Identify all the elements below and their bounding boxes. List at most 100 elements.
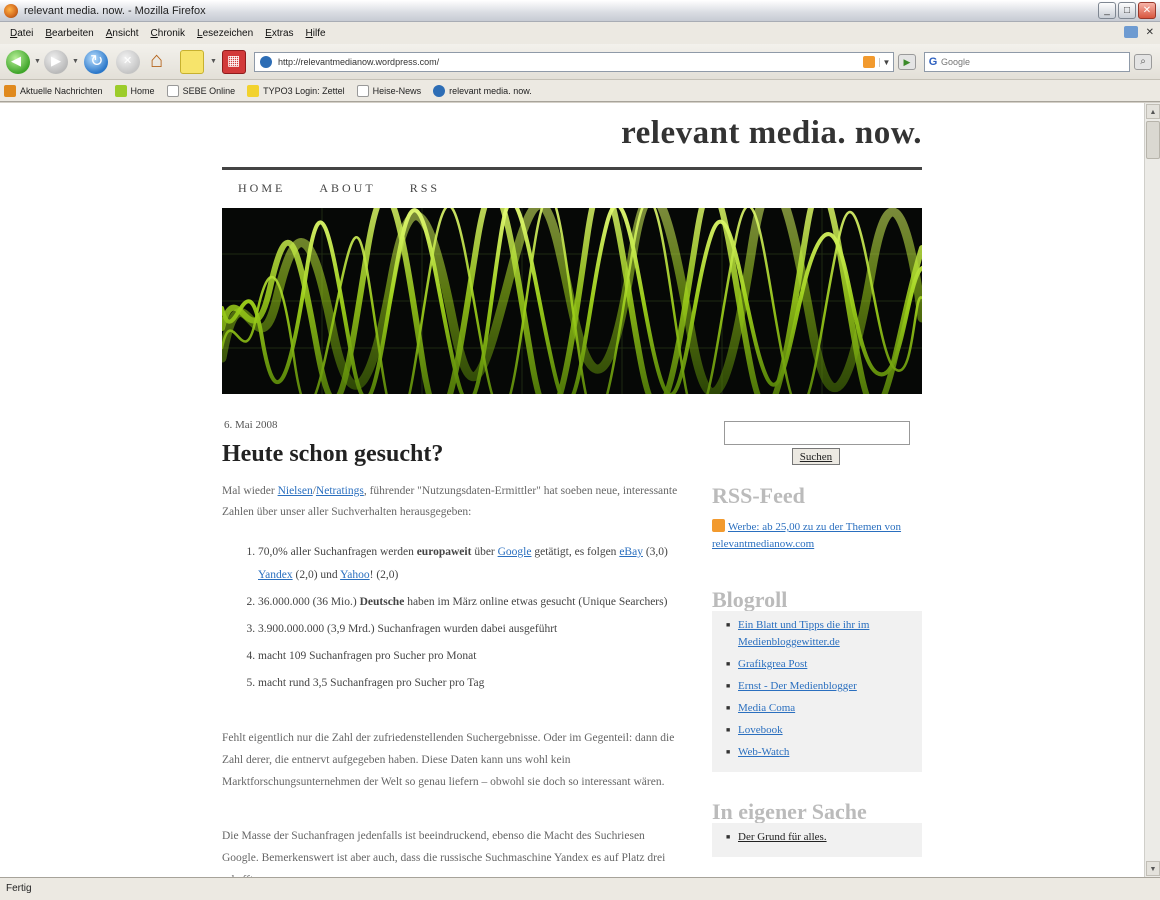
blogroll-link[interactable]: Ein Blatt und Tipps die ihr im Medienblo… <box>738 619 869 648</box>
menu-right-tools: ✕ <box>1123 26 1154 38</box>
list-text: macht rund 3,5 Suchanfragen pro Sucher p… <box>258 677 485 689</box>
forward-history-dropdown-icon[interactable]: ▼ <box>72 58 79 65</box>
blogroll-item: Ein Blatt und Tipps die ihr im Medienblo… <box>726 617 916 651</box>
list-text: (3,0) <box>642 546 668 558</box>
list-text: macht 109 Suchanfragen pro Sucher pro Mo… <box>258 650 477 662</box>
blogroll-item: Web-Watch <box>726 744 916 761</box>
bookmark-globe-icon <box>433 84 446 97</box>
blogroll-item: Media Coma <box>726 700 916 717</box>
ebay-link[interactable]: eBay <box>619 546 643 558</box>
menu-extras[interactable]: Extras <box>259 28 299 39</box>
search-input[interactable] <box>941 57 1111 67</box>
google-icon[interactable]: G <box>925 56 941 68</box>
bookmark-item[interactable]: Aktuelle Nachrichten <box>4 84 103 97</box>
blogroll-link[interactable]: Web-Watch <box>738 746 789 758</box>
back-history-dropdown-icon[interactable]: ▼ <box>34 58 41 65</box>
own-matters-heading: In eigener Sache <box>712 799 867 824</box>
bookmark-label: Heise-News <box>372 85 422 96</box>
bookmark-item[interactable]: relevant media. now. <box>433 84 532 97</box>
sidebar-search-input[interactable] <box>724 421 910 445</box>
close-tab-icon[interactable]: ✕ <box>1146 27 1154 38</box>
close-button[interactable]: ✕ <box>1138 2 1156 19</box>
reload-button[interactable] <box>84 50 108 74</box>
scroll-down-icon[interactable]: ▼ <box>1146 861 1160 876</box>
own-matters-link[interactable]: Der Grund für alles. <box>738 831 827 843</box>
google-link[interactable]: Google <box>498 546 532 558</box>
bookmark-item[interactable]: SEBE Online <box>166 84 236 97</box>
yahoo-link[interactable]: Yahoo <box>340 569 370 581</box>
scroll-up-icon[interactable]: ▲ <box>1146 104 1160 119</box>
nielsen-link[interactable]: Nielsen <box>278 485 313 497</box>
post-date: 6. Mai 2008 <box>224 419 278 431</box>
yandex-link[interactable]: Yandex <box>258 569 293 581</box>
back-button[interactable] <box>6 50 30 74</box>
url-text[interactable]: http://relevantmedianow.wordpress.com/ <box>278 57 863 67</box>
blogroll-link[interactable]: Grafikgrea Post <box>738 658 807 670</box>
bookmark-page-icon <box>114 84 127 97</box>
search-go-button[interactable]: ⌕ <box>1134 54 1152 70</box>
menu-chronik[interactable]: Chronik <box>145 28 191 39</box>
notes-dropdown-icon[interactable]: ▼ <box>210 58 217 65</box>
search-box[interactable]: G <box>924 52 1130 72</box>
home-button[interactable] <box>148 47 172 74</box>
blogroll-link[interactable]: Lovebook <box>738 724 783 736</box>
nav-about-link[interactable]: ABOUT <box>319 181 375 196</box>
status-bar: Fertig <box>0 877 1160 900</box>
firefox-icon <box>4 3 18 18</box>
stop-button[interactable] <box>116 50 140 74</box>
menu-bearbeiten[interactable]: Bearbeiten <box>39 28 99 39</box>
nav-rss-link[interactable]: RSS <box>410 181 440 196</box>
list-item: macht rund 3,5 Suchanfragen pro Sucher p… <box>258 672 678 695</box>
rss-feed-link[interactable]: Werbe: ab 25,00 zu zu der Themen von rel… <box>712 521 901 550</box>
vertical-scrollbar[interactable]: ▲ ▼ <box>1144 103 1160 877</box>
minimize-button[interactable]: _ <box>1098 2 1116 19</box>
sidebar-search-button[interactable]: Suchen <box>792 448 840 465</box>
own-matters-item: Der Grund für alles. <box>726 829 916 846</box>
menu-lesezeichen[interactable]: Lesezeichen <box>191 28 259 39</box>
menu-ansicht[interactable]: Ansicht <box>100 28 145 39</box>
mail-icon[interactable] <box>1123 26 1138 38</box>
blog-title[interactable]: relevant media. now. <box>621 115 922 152</box>
blogroll-item: Grafikgrea Post <box>726 656 916 673</box>
menu-hilfe[interactable]: Hilfe <box>300 28 332 39</box>
bookmark-item[interactable]: Home <box>114 84 155 97</box>
menu-datei[interactable]: Datei <box>4 28 39 39</box>
bookmark-page-icon <box>166 84 179 97</box>
notes-icon[interactable] <box>180 50 204 74</box>
blogroll-link[interactable]: Ernst - Der Medienblogger <box>738 680 857 692</box>
bookmark-label: SEBE Online <box>182 85 236 96</box>
rss-feed-item: Werbe: ab 25,00 zu zu der Themen von rel… <box>712 519 918 553</box>
bookmark-page-icon <box>356 84 369 97</box>
blogroll-link[interactable]: Media Coma <box>738 702 795 714</box>
blogroll-item: Ernst - Der Medienblogger <box>726 678 916 695</box>
maximize-button[interactable]: □ <box>1118 2 1136 19</box>
site-favicon-icon <box>260 56 272 68</box>
navigation-toolbar: ▼ ▼ ▼ http://relevantmedianow.wordpress.… <box>0 44 1160 80</box>
blogroll-heading: Blogroll <box>712 587 788 612</box>
post-paragraph: Fehlt eigentlich nur die Zahl der zufrie… <box>222 732 675 788</box>
bookmark-item[interactable]: TYPO3 Login: Zettel <box>247 84 345 97</box>
post-paragraph: Die Masse der Suchanfragen jedenfalls is… <box>222 830 666 877</box>
nav-home-link[interactable]: HOME <box>238 181 285 196</box>
blog-nav: HOME ABOUT RSS <box>238 181 440 196</box>
post-title[interactable]: Heute schon gesucht? <box>222 441 443 468</box>
rss-feed-icon[interactable] <box>863 56 875 68</box>
list-text: 3.900.000.000 (3,9 Mrd.) Suchanfragen wu… <box>258 623 558 635</box>
scrollbar-thumb[interactable] <box>1146 121 1160 159</box>
bookmark-item[interactable]: Heise-News <box>356 84 422 97</box>
netratings-link[interactable]: Netratings <box>316 485 364 497</box>
rss-icon <box>712 519 725 532</box>
intro-text: Mal wieder <box>222 485 278 497</box>
window-controls: _ □ ✕ <box>1098 2 1156 19</box>
forward-button[interactable] <box>44 50 68 74</box>
address-bar[interactable]: http://relevantmedianow.wordpress.com/ ▼ <box>254 52 894 72</box>
list-text: (2,0) und <box>292 569 341 581</box>
go-button[interactable]: ▶ <box>898 54 916 70</box>
bookmark-label: Aktuelle Nachrichten <box>20 85 103 96</box>
bookmark-label: TYPO3 Login: Zettel <box>263 85 345 96</box>
url-dropdown-icon[interactable]: ▼ <box>879 57 893 67</box>
addon-icon[interactable] <box>222 50 246 74</box>
window-titlebar: relevant media. now. - Mozilla Firefox _… <box>0 0 1160 22</box>
list-text: 70,0% aller Suchanfragen werden <box>258 546 417 558</box>
bookmark-label: relevant media. now. <box>449 85 532 96</box>
